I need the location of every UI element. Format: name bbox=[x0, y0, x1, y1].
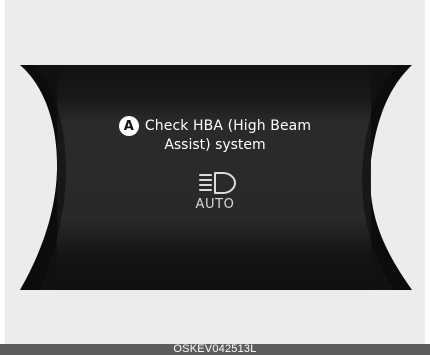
message-text-line-2: Assist) system bbox=[164, 137, 266, 153]
display-top-band bbox=[58, 65, 371, 101]
callout-a-badge: A bbox=[118, 116, 139, 136]
message-text-line-1: Check HBA (High Beam bbox=[144, 118, 312, 134]
high-beam-assist-icon bbox=[199, 172, 236, 194]
display-bottom-band bbox=[57, 252, 371, 290]
figure-code: OSKEV042513L bbox=[173, 343, 257, 355]
message-first-line: A Check HBA (High Beam bbox=[0, 116, 430, 136]
warning-message: A Check HBA (High Beam Assist) system bbox=[0, 116, 430, 153]
figure-code-bar: OSKEV042513L bbox=[0, 344, 430, 355]
manual-illustration: A Check HBA (High Beam Assist) system AU… bbox=[0, 0, 430, 355]
auto-status-label: AUTO bbox=[195, 197, 235, 212]
